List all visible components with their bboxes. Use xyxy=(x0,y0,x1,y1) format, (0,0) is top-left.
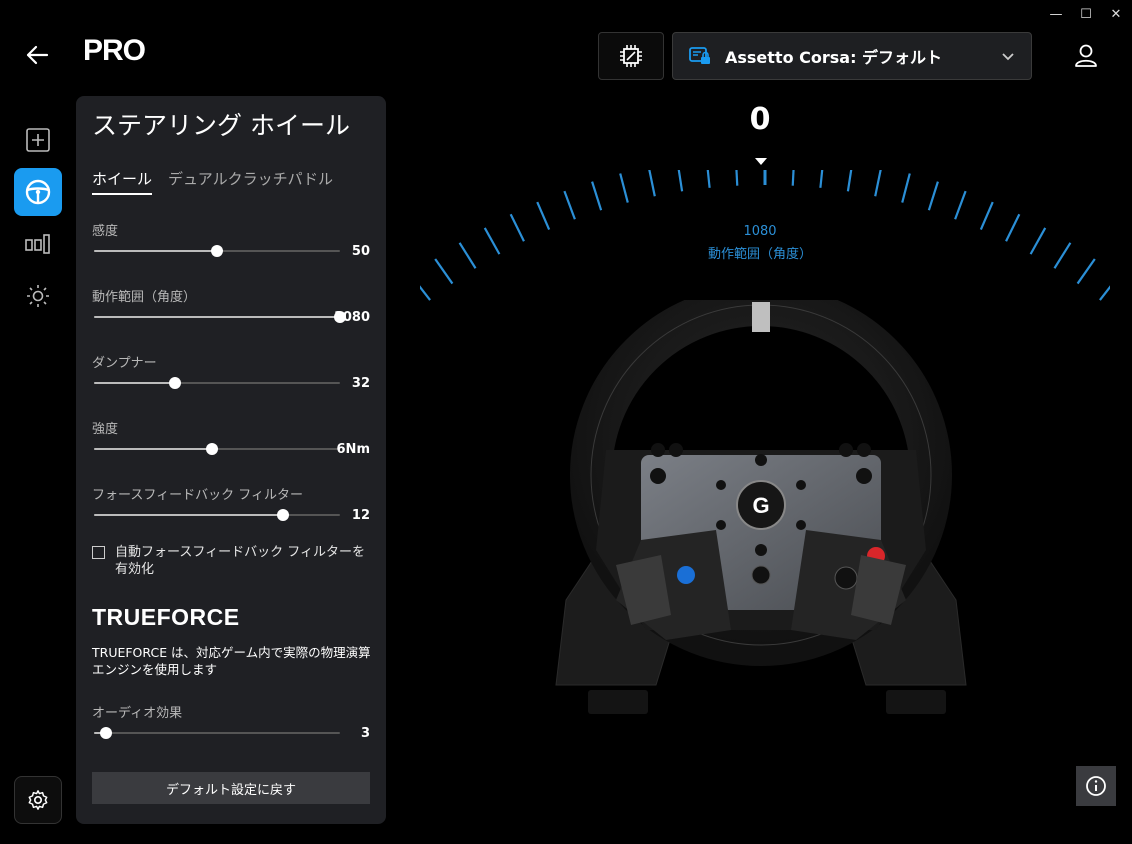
setting-value: 1080 xyxy=(333,310,370,325)
range-value: 1080 xyxy=(743,224,777,239)
gauge-tick xyxy=(819,170,824,188)
slider-thumb[interactable] xyxy=(206,443,219,455)
info-icon xyxy=(1086,776,1106,796)
gauge-tick xyxy=(901,173,911,203)
sidebar-item-lighting[interactable] xyxy=(14,272,62,320)
gauge-tick xyxy=(846,170,853,192)
setting-damper: ダンプナー 32 xyxy=(92,352,370,402)
gauge-tick xyxy=(420,285,431,301)
sensitivity-slider[interactable] xyxy=(94,244,340,258)
tab-wheel[interactable]: ホイール xyxy=(92,168,153,195)
settings-panel: ステアリング ホイール ホイール デュアルクラッチパドル 感度 50 動作範囲（… xyxy=(76,96,386,824)
gauge-tick xyxy=(979,201,994,231)
setting-label: 感度 xyxy=(92,224,119,239)
setting-strength: 強度 6Nm xyxy=(92,418,370,468)
gauge-tick xyxy=(1029,227,1047,255)
profile-name: Assetto Corsa: デフォルト xyxy=(725,48,943,67)
gauge-tick xyxy=(536,201,551,231)
angle-pointer xyxy=(755,158,767,165)
sidebar-item-steering[interactable] xyxy=(14,168,62,216)
gear-icon xyxy=(28,790,48,810)
gauge-tick xyxy=(619,173,629,203)
range-slider[interactable] xyxy=(94,310,346,324)
onboard-memory-button[interactable] xyxy=(598,32,664,80)
setting-value: 32 xyxy=(351,376,370,391)
angle-readout: 0 xyxy=(749,102,771,137)
minimize-button[interactable]: — xyxy=(1048,6,1064,22)
close-button[interactable]: ✕ xyxy=(1108,6,1124,22)
slider-thumb[interactable] xyxy=(211,245,223,257)
steering-wheel-icon xyxy=(25,179,51,205)
app-settings-button[interactable] xyxy=(14,776,62,824)
sidebar-item-add[interactable] xyxy=(14,116,62,164)
info-button[interactable] xyxy=(1076,766,1116,806)
slider-thumb[interactable] xyxy=(169,377,182,389)
setting-label: フォースフィードバック フィルター xyxy=(92,488,303,503)
setting-label: 強度 xyxy=(92,422,119,437)
setting-label: 動作範囲（角度） xyxy=(92,290,197,305)
gauge-tick xyxy=(706,170,711,188)
auto-ffb-filter-label: 自動フォースフィードバック フィルターを有効化 xyxy=(115,545,365,577)
steering-wheel-image: G xyxy=(555,300,967,714)
trueforce-logo: TRUEFORCE xyxy=(92,604,240,630)
gauge-tick xyxy=(874,170,882,197)
gauge-tick xyxy=(1005,213,1021,242)
app-title: PRO xyxy=(83,34,146,67)
sidebar-item-pedals[interactable] xyxy=(14,220,62,268)
pedals-icon xyxy=(25,234,50,254)
reset-defaults-button[interactable]: デフォルト設定に戻す xyxy=(92,772,370,804)
slider-thumb[interactable] xyxy=(277,509,290,521)
back-arrow-icon xyxy=(26,45,49,65)
window-controls: — ☐ ✕ xyxy=(1048,6,1124,22)
strength-slider[interactable] xyxy=(94,442,340,456)
gauge-tick xyxy=(434,258,454,285)
setting-range: 動作範囲（角度） 1080 xyxy=(92,286,370,336)
profile-dropdown[interactable]: Assetto Corsa: デフォルト xyxy=(672,32,1032,80)
gauge-tick xyxy=(483,227,501,255)
plus-icon xyxy=(26,128,50,152)
user-icon xyxy=(1075,44,1097,67)
range-label: 動作範囲（角度） xyxy=(707,247,812,262)
chip-icon xyxy=(620,45,642,67)
profile-lock-icon xyxy=(689,47,710,64)
gauge-tick xyxy=(677,170,684,192)
gauge-tick xyxy=(591,181,603,211)
gauge-tick xyxy=(1099,285,1110,301)
gauge-tick xyxy=(927,181,939,211)
maximize-button[interactable]: ☐ xyxy=(1078,6,1094,22)
setting-value: 3 xyxy=(360,726,370,741)
gauge-tick xyxy=(735,170,739,186)
setting-sensitivity: 感度 50 xyxy=(92,220,370,270)
audio-effect-slider[interactable] xyxy=(94,726,340,740)
tab-dual-clutch-paddles[interactable]: デュアルクラッチパドル xyxy=(168,168,333,195)
gauge-tick xyxy=(458,242,477,269)
auto-ffb-filter-option[interactable]: 自動フォースフィードバック フィルターを有効化 xyxy=(92,544,372,578)
setting-label: ダンプナー xyxy=(92,356,157,371)
gauge-tick xyxy=(791,170,795,186)
panel-tabs: ホイール デュアルクラッチパドル xyxy=(92,168,333,195)
setting-value: 6Nm xyxy=(336,442,370,457)
chevron-down-icon xyxy=(1002,53,1014,61)
slider-thumb[interactable] xyxy=(100,727,113,739)
gauge-tick xyxy=(1053,242,1072,269)
gauge-tick xyxy=(954,190,967,220)
auto-ffb-filter-checkbox[interactable] xyxy=(92,546,105,559)
setting-value: 50 xyxy=(351,244,370,259)
damper-slider[interactable] xyxy=(94,376,340,390)
setting-audio-effect: オーディオ効果 3 xyxy=(92,702,370,752)
gauge-tick xyxy=(1076,258,1096,285)
svg-text:G: G xyxy=(752,493,769,518)
gauge-tick xyxy=(509,213,525,242)
panel-title: ステアリング ホイール xyxy=(92,111,350,140)
setting-label: オーディオ効果 xyxy=(92,706,183,721)
back-button[interactable] xyxy=(22,40,52,70)
gauge-tick xyxy=(563,190,576,220)
trueforce-description: TRUEFORCE は、対応ゲーム内で実際の物理演算エンジンを使用します xyxy=(92,645,371,677)
setting-ffb-filter: フォースフィードバック フィルター 12 xyxy=(92,484,370,534)
ffb-filter-slider[interactable] xyxy=(94,508,340,522)
brightness-icon xyxy=(27,285,49,307)
gauge-tick xyxy=(648,170,656,197)
setting-value: 12 xyxy=(351,508,370,523)
account-button[interactable] xyxy=(1072,42,1100,70)
